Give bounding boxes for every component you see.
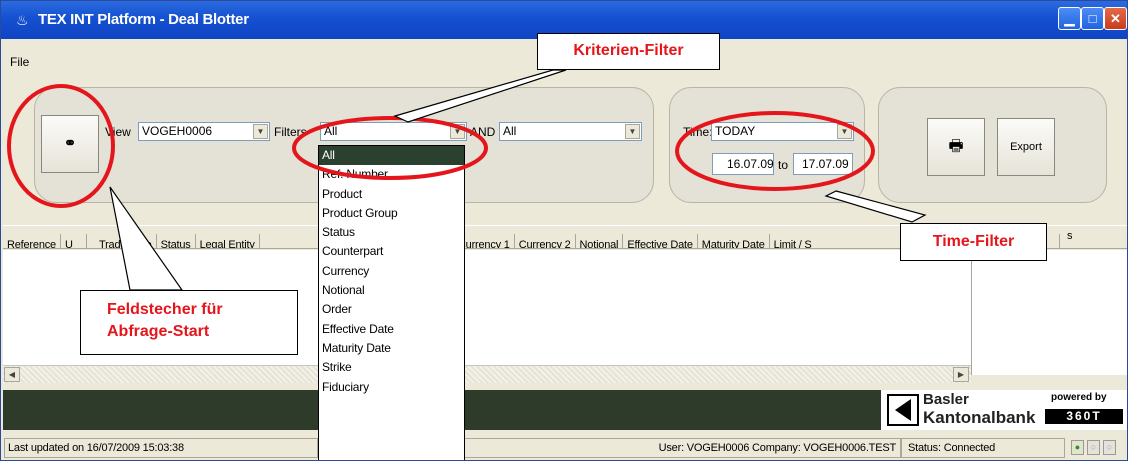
horizontal-scrollbar[interactable]: ◀ ▶ (3, 365, 971, 383)
dropdown-option[interactable]: Product (319, 185, 464, 204)
close-button[interactable]: ✕ (1104, 7, 1127, 30)
dropdown-option[interactable]: Currency (319, 262, 464, 281)
export-button-label: Export (1010, 141, 1042, 153)
and-filter-select[interactable]: All ▼ (499, 122, 642, 141)
chevron-down-icon: ▼ (625, 124, 640, 139)
status-led-icon: ○ (1103, 440, 1116, 455)
hidden-column-tail: s (1067, 230, 1073, 242)
dropdown-option[interactable]: Notional (319, 281, 464, 300)
export-button[interactable]: Export (997, 118, 1055, 176)
bank-name-line1: Basler (923, 391, 969, 408)
time-panel (669, 87, 865, 203)
binoculars-icon: ⚭ (63, 135, 77, 152)
printer-icon: 🖶 (948, 138, 964, 155)
time-filter-callout: Time-Filter (900, 223, 1047, 261)
scroll-left-icon[interactable]: ◀ (4, 367, 20, 382)
scroll-right-icon[interactable]: ▶ (953, 367, 969, 382)
dropdown-option[interactable]: Ref. Number (319, 165, 464, 184)
brand-360t-logo: 360T (1045, 409, 1123, 424)
binoculars-search-button[interactable]: ⚭ (41, 115, 99, 173)
connection-status: Status: Connected (901, 438, 1065, 458)
chevron-down-icon: ▼ (450, 124, 465, 139)
column-header[interactable]: U (61, 234, 87, 248)
filters-label: Filters (274, 125, 307, 139)
minimize-button[interactable]: ▁ (1058, 7, 1081, 30)
column-header[interactable]: Notional (576, 234, 624, 248)
column-header[interactable]: Reference (3, 234, 61, 248)
time-select-value: TODAY (715, 124, 756, 138)
view-select[interactable]: VOGEH0006 ▼ (138, 122, 270, 141)
feldstecher-callout-line2: Abfrage-Start (107, 323, 210, 340)
column-header[interactable]: Trade Date (87, 234, 157, 248)
column-header[interactable]: Effective Date (623, 234, 698, 248)
dropdown-option[interactable]: Status (319, 223, 464, 242)
print-button[interactable]: 🖶 (927, 118, 985, 176)
powered-by-label: powered by (1051, 392, 1107, 403)
date-from-field[interactable]: 16.07.09 (712, 153, 774, 175)
view-select-value: VOGEH0006 (142, 124, 213, 138)
feldstecher-callout: Feldstecher für Abfrage-Start (80, 290, 298, 355)
chevron-down-icon: ▼ (837, 124, 852, 139)
status-bar: Last updated on 16/07/2009 15:03:38 User… (3, 436, 1127, 460)
dropdown-option[interactable]: Maturity Date (319, 339, 464, 358)
dropdown-option[interactable]: Fiduciary (319, 378, 464, 397)
and-label: AND (470, 125, 496, 139)
java-icon: ♨ (16, 12, 29, 28)
menu-file[interactable]: File (10, 55, 29, 69)
branding-box: Basler Kantonalbank powered by 360T (881, 390, 1127, 430)
filter-criteria-value: All (324, 124, 338, 138)
dropdown-option[interactable]: Order (319, 300, 464, 319)
filter-criteria-select[interactable]: All ▼ (320, 122, 467, 141)
time-select[interactable]: TODAY ▼ (711, 122, 854, 141)
time-label: Time: (683, 125, 713, 139)
column-header[interactable]: Legal Entity (196, 234, 260, 248)
status-led-icon: ○ (1087, 440, 1100, 455)
last-updated-status: Last updated on 16/07/2009 15:03:38 (4, 438, 318, 458)
view-label: View (105, 125, 131, 139)
maximize-button[interactable]: □ (1081, 7, 1104, 30)
dropdown-option[interactable]: Product Group (319, 204, 464, 223)
column-header[interactable]: Maturity Date (698, 234, 770, 248)
to-label: to (778, 158, 789, 172)
chevron-down-icon: ▼ (253, 124, 268, 139)
detail-pane (971, 250, 1127, 375)
date-to-field[interactable]: 17.07.09 (793, 153, 853, 175)
kriterien-filter-callout: Kriterien-Filter (537, 33, 720, 70)
dropdown-option[interactable]: Effective Date (319, 320, 464, 339)
bank-name-line2: Kantonalbank (923, 408, 1036, 427)
dropdown-option[interactable]: All (319, 146, 464, 166)
filter-dropdown-list: All Ref. Number Product Product Group St… (318, 145, 465, 460)
feldstecher-callout-line1: Feldstecher für (107, 301, 223, 318)
bank-logo-icon (887, 394, 919, 426)
column-header[interactable]: Currency 2 (515, 234, 576, 248)
column-header[interactable]: Status (157, 234, 196, 248)
status-led-green-icon: ● (1071, 440, 1084, 455)
dropdown-option[interactable]: Counterpart (319, 242, 464, 261)
dropdown-option[interactable]: Strike (319, 358, 464, 377)
export-panel (878, 87, 1107, 203)
and-filter-value: All (503, 124, 517, 138)
window-title: TEX INT Platform - Deal Blotter (38, 11, 249, 28)
